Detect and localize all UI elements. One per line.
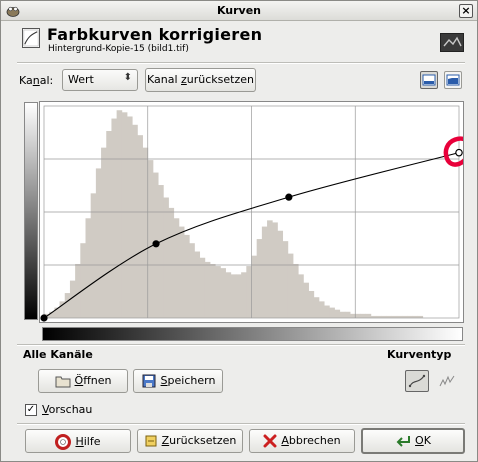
histogram-bar <box>111 118 118 318</box>
histogram-bar <box>116 110 123 319</box>
histogram-bar <box>204 261 211 318</box>
header-separator <box>17 62 465 64</box>
histogram-bar <box>101 147 107 318</box>
curve-control-point[interactable] <box>455 148 463 157</box>
histogram-bar <box>277 230 284 318</box>
histogram-bar <box>355 313 361 318</box>
all-channels-label: Alle Kanäle <box>23 348 93 361</box>
save-button[interactable]: Speichern <box>133 369 223 393</box>
histogram-bar <box>184 234 190 318</box>
histogram-bar <box>298 274 304 318</box>
cancel-icon <box>263 434 277 448</box>
spin-arrows-icon: ⬍ <box>123 72 132 83</box>
histogram-bar <box>241 272 247 318</box>
histogram-bar <box>194 251 201 318</box>
histogram-bar <box>324 305 330 318</box>
histogram-bar <box>344 311 351 318</box>
reset-channel-button[interactable]: Kanal zurücksetzen <box>145 68 256 92</box>
histogram-bar <box>121 112 128 318</box>
open-button[interactable]: Öffnen <box>38 369 128 393</box>
cancel-button[interactable]: Abbrechen <box>249 429 355 453</box>
histogram-bar <box>210 263 216 318</box>
curves-dialog: Kurven × Farbkurven korrigieren Hintergr… <box>0 0 478 462</box>
lifebuoy-icon <box>55 434 72 450</box>
histogram-bar <box>178 226 185 318</box>
input-gradient-bar <box>42 327 463 341</box>
histogram-bar <box>132 124 138 318</box>
histogram-bar <box>230 274 237 318</box>
enter-arrow-icon <box>396 436 411 447</box>
histogram-bar <box>75 263 81 318</box>
output-gradient-bar <box>24 102 38 320</box>
folder-icon <box>55 376 71 388</box>
histogram-bar <box>350 313 356 318</box>
dialog-heading: Farbkurven korrigieren <box>47 25 263 44</box>
reset-icon <box>145 435 157 447</box>
histogram-bar <box>313 297 320 318</box>
histogram-bar <box>215 266 221 318</box>
help-button[interactable]: Hilfe <box>25 429 131 453</box>
histogram-bar <box>318 301 325 318</box>
dialog-subheading: Hintergrund-Kopie-15 (bild1.tif) <box>48 44 189 54</box>
histogram-bar <box>272 222 278 318</box>
histogram-bar <box>261 226 268 318</box>
histogram-bar <box>308 290 315 318</box>
freehand-curve-icon[interactable] <box>435 370 459 392</box>
histogram-bar <box>287 253 294 318</box>
histogram-bar <box>127 116 133 318</box>
ok-button[interactable]: OK <box>361 428 465 454</box>
histogram-bar <box>147 160 154 318</box>
histogram-bar <box>334 309 341 318</box>
histogram-bar <box>329 307 335 318</box>
histogram-bar <box>95 168 102 318</box>
histogram-bar <box>220 268 226 318</box>
histogram-bar <box>163 197 169 318</box>
histogram-bar <box>360 313 367 318</box>
channel-select-value: Wert <box>68 73 94 86</box>
histogram-bar <box>256 239 263 318</box>
histogram-bar <box>303 282 309 318</box>
window-title: Kurven <box>216 4 262 17</box>
image-thumbnail <box>440 33 464 52</box>
logarithmic-histogram-icon[interactable] <box>444 71 462 89</box>
curve-plot[interactable] <box>39 101 464 323</box>
histogram-bar <box>225 272 232 318</box>
histogram-bar <box>142 147 149 318</box>
title-bar[interactable]: Kurven × <box>1 1 477 21</box>
preview-checkbox[interactable]: ✓ <box>25 404 37 416</box>
linear-histogram-icon[interactable] <box>420 71 438 89</box>
histogram-bar <box>189 243 195 318</box>
close-icon[interactable]: × <box>459 4 473 18</box>
histogram-bar <box>158 185 164 318</box>
histogram-bar <box>168 207 175 318</box>
histogram-bar <box>365 313 372 318</box>
histogram-bar <box>85 218 92 318</box>
smooth-curve-icon[interactable] <box>405 370 429 392</box>
curves-tool-icon <box>22 28 40 48</box>
histogram-bar <box>267 220 273 318</box>
curve-control-point[interactable] <box>40 314 48 322</box>
histogram-bar <box>282 241 289 318</box>
curve-type-label: Kurventyp <box>387 348 452 361</box>
floppy-disk-icon <box>142 374 156 388</box>
histogram-bar <box>339 311 346 318</box>
button-separator <box>17 423 465 425</box>
channel-select[interactable]: Wert ⬍ <box>62 69 138 91</box>
curve-control-point[interactable] <box>285 193 293 201</box>
channel-label: Kanal: <box>19 74 54 87</box>
histogram-bar <box>137 135 143 318</box>
histogram-bar <box>235 274 242 318</box>
histogram-bar <box>199 257 206 318</box>
reset-button[interactable]: Zurücksetzen <box>137 429 243 453</box>
histogram-bar <box>64 293 71 318</box>
histogram-bar <box>246 266 252 318</box>
curve-separator <box>17 344 465 346</box>
histogram-bar <box>80 243 86 318</box>
histogram-bar <box>293 263 299 318</box>
curve-canvas[interactable] <box>40 102 463 322</box>
preview-label: Vorschau <box>42 403 93 416</box>
curve-control-point[interactable] <box>152 240 160 248</box>
